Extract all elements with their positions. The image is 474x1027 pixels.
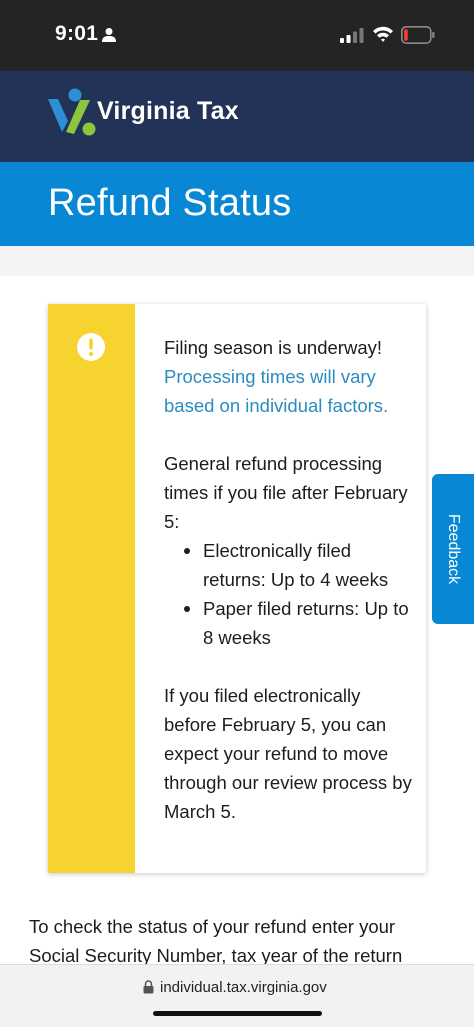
page-title: Refund Status	[48, 182, 292, 224]
processing-times-list: Electronically filed returns: Up to 4 we…	[164, 536, 414, 652]
site-header: Virginia Tax	[0, 71, 474, 162]
title-band: Refund Status	[0, 162, 474, 246]
virginia-tax-logo-icon[interactable]	[46, 88, 98, 140]
wifi-icon	[373, 26, 393, 42]
processing-times-link[interactable]: Processing times will vary based on indi…	[164, 362, 414, 420]
section-divider	[0, 246, 474, 276]
filing-season-alert: Filing season is underway! Processing ti…	[48, 304, 426, 873]
lock-icon	[143, 980, 154, 994]
url-text[interactable]: individual.tax.virginia.gov	[160, 979, 327, 996]
cellular-signal-icon	[340, 28, 364, 43]
list-item: Electronically filed returns: Up to 4 we…	[164, 536, 414, 594]
person-icon	[102, 28, 116, 42]
alert-note: If you filed electronically before Febru…	[164, 685, 412, 822]
battery-low-icon	[401, 26, 435, 44]
feedback-label: Feedback	[445, 513, 462, 585]
home-indicator[interactable]	[153, 1011, 322, 1016]
alert-intro: General refund processing times if you f…	[164, 453, 408, 532]
exclamation-icon	[77, 333, 105, 361]
status-time: 9:01	[55, 22, 99, 45]
logo-text[interactable]: Virginia Tax	[97, 97, 239, 126]
alert-heading: Filing season is underway!	[164, 337, 382, 358]
refund-check-instructions: To check the status of your refund enter…	[29, 916, 403, 966]
browser-address-bar[interactable]: individual.tax.virginia.gov	[0, 964, 474, 1027]
feedback-button[interactable]: Feedback	[432, 474, 474, 624]
alert-body: Filing season is underway! Processing ti…	[164, 333, 414, 826]
status-bar: 9:01	[0, 0, 474, 71]
list-item: Paper filed returns: Up to 8 weeks	[164, 594, 414, 652]
alert-stripe	[48, 304, 135, 873]
